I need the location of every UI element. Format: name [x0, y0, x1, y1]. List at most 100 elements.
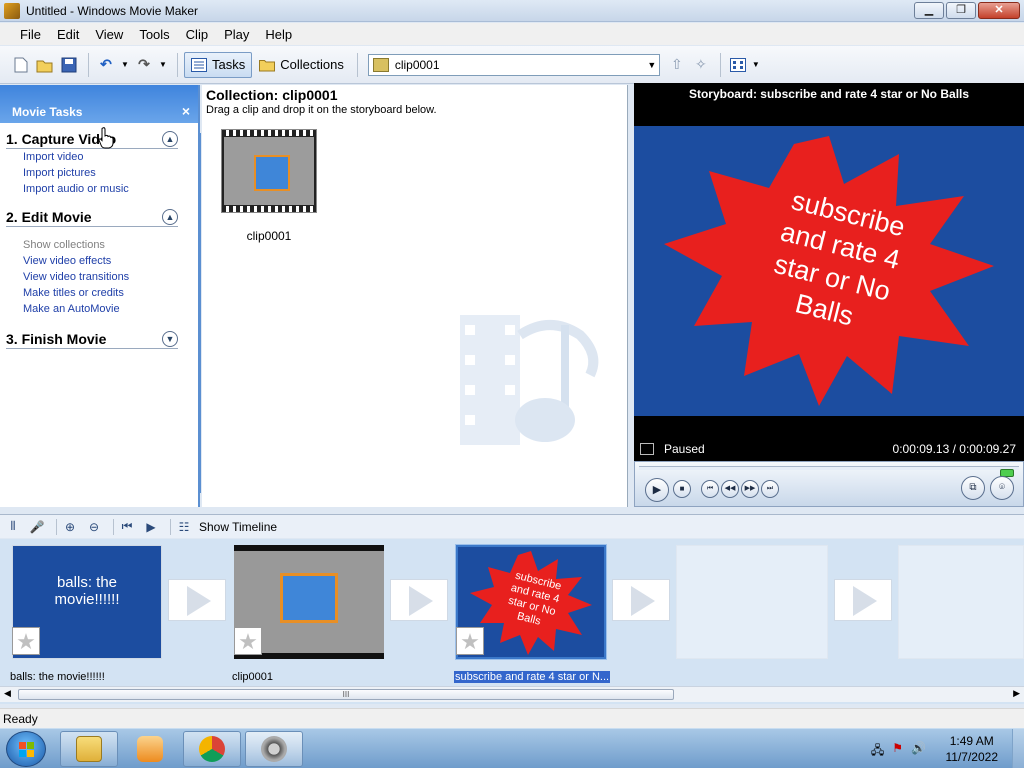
collection-pane: Collection: clip0001 Drag a clip and dro…: [199, 85, 628, 507]
menu-edit[interactable]: Edit: [49, 27, 87, 42]
collection-dropdown[interactable]: clip0001 ▼: [367, 53, 660, 76]
full-screen-icon[interactable]: [640, 443, 654, 455]
maximize-button[interactable]: ❐: [946, 2, 976, 19]
menu-view[interactable]: View: [87, 27, 131, 42]
network-icon[interactable]: 🖧: [871, 741, 884, 762]
fast-forward-button[interactable]: ▶▶: [741, 480, 759, 498]
status-bar: Ready: [0, 708, 1024, 728]
new-project-icon[interactable]: [10, 54, 32, 76]
views-icon[interactable]: [727, 54, 749, 76]
storyboard-item-selected[interactable]: subscribe and rate 4 star or No Balls ★ …: [454, 544, 611, 683]
section-title-finish[interactable]: 3. Finish Movie: [6, 331, 106, 347]
movie-tasks-pane: Movie Tasks × 1. Capture Video ▲ Import v…: [0, 85, 200, 507]
empty-storyboard-slot[interactable]: [676, 545, 828, 659]
narrate-timeline-icon[interactable]: 🎤: [28, 518, 46, 536]
chevron-down-icon[interactable]: ▼: [645, 60, 659, 70]
zoom-in-icon[interactable]: ⊕: [61, 518, 79, 536]
clip-label[interactable]: clip0001: [221, 229, 317, 243]
show-desktop-button[interactable]: [1012, 729, 1024, 768]
import-video-link[interactable]: Import video: [6, 149, 168, 165]
up-one-level-icon[interactable]: ⇧: [666, 54, 688, 76]
make-automovie-link[interactable]: Make an AutoMovie: [6, 301, 168, 317]
task-section-edit: 2. Edit Movie ▲ Show collections View vid…: [0, 205, 198, 317]
views-dropdown-icon[interactable]: ▼: [751, 54, 761, 76]
play-storyboard-icon[interactable]: ▶: [142, 518, 160, 536]
taskbar-movie-maker-button[interactable]: [245, 731, 303, 767]
redo-icon[interactable]: ↷: [133, 54, 155, 76]
toolbar: ↶ ▼ ↷ ▼ Tasks Collections clip0001 ▼ ⇧ ✧…: [0, 46, 1024, 84]
scroll-right-icon[interactable]: ▶: [1013, 688, 1020, 699]
taskbar-explorer-button[interactable]: [60, 731, 118, 767]
taskbar-media-player-button[interactable]: [121, 731, 179, 767]
redo-dropdown-icon[interactable]: ▼: [157, 54, 169, 76]
empty-storyboard-slot[interactable]: [898, 545, 1024, 659]
close-button[interactable]: ✕: [978, 2, 1020, 19]
collapse-chevron-icon[interactable]: ▲: [162, 209, 178, 225]
video-effects-star-icon[interactable]: ★: [456, 627, 484, 655]
play-button[interactable]: ▶: [645, 478, 669, 502]
collection-instructions: Drag a clip and drop it on the storyboar…: [206, 104, 437, 116]
menu-help[interactable]: Help: [257, 27, 300, 42]
view-video-transitions-link[interactable]: View video transitions: [6, 269, 168, 285]
minimize-button[interactable]: ▁: [914, 2, 944, 19]
import-audio-link[interactable]: Import audio or music: [6, 181, 168, 197]
volume-icon[interactable]: 🔊: [911, 741, 926, 762]
close-pane-icon[interactable]: ×: [182, 103, 190, 119]
section-title-edit[interactable]: 2. Edit Movie: [6, 209, 92, 225]
menu-clip[interactable]: Clip: [178, 27, 216, 42]
storyboard-item[interactable]: ★ clip0001: [232, 545, 384, 683]
scrollbar-thumb[interactable]: III: [18, 689, 674, 700]
view-video-effects-link[interactable]: View video effects: [6, 253, 168, 269]
storyboard-scrollbar[interactable]: ◀ III ▶: [0, 686, 1024, 702]
transition-slot[interactable]: [390, 579, 448, 621]
action-center-icon[interactable]: ⚑: [892, 741, 903, 762]
tasks-button[interactable]: Tasks: [184, 51, 253, 78]
menu-tools[interactable]: Tools: [131, 27, 177, 42]
storyboard-item[interactable]: balls: the movie!!!!!! ★ balls: the movi…: [10, 545, 162, 683]
split-clip-button[interactable]: ⧉: [961, 476, 985, 500]
rewind-storyboard-icon[interactable]: ⏮: [118, 518, 136, 536]
expand-chevron-icon[interactable]: ▼: [162, 331, 178, 347]
storyboard-item-caption: balls: the movie!!!!!!: [10, 671, 105, 683]
taskbar-chrome-button[interactable]: [183, 731, 241, 767]
pane-splitter[interactable]: [199, 133, 201, 493]
take-picture-button[interactable]: ⌾: [990, 476, 1014, 500]
zoom-out-icon[interactable]: ⊖: [85, 518, 103, 536]
movie-tasks-header: Movie Tasks ×: [0, 85, 198, 123]
save-project-icon[interactable]: [58, 54, 80, 76]
collapse-chevron-icon[interactable]: ▲: [162, 131, 178, 147]
show-timeline-icon[interactable]: ☷: [175, 518, 193, 536]
video-effects-star-icon[interactable]: ★: [12, 627, 40, 655]
transition-slot[interactable]: [168, 579, 226, 621]
storyboard-item-caption: clip0001: [232, 671, 273, 683]
undo-icon[interactable]: ↶: [95, 54, 117, 76]
toolbar-separator: [88, 52, 89, 77]
new-collection-folder-icon[interactable]: ✧: [690, 54, 712, 76]
previous-frame-button[interactable]: ⏮: [701, 480, 719, 498]
preview-monitor: Storyboard: subscribe and rate 4 star or…: [634, 83, 1024, 507]
start-button[interactable]: [6, 731, 46, 767]
seek-bar[interactable]: [639, 466, 1019, 477]
make-titles-link[interactable]: Make titles or credits: [6, 285, 168, 301]
open-project-icon[interactable]: [34, 54, 56, 76]
transition-slot[interactable]: [834, 579, 892, 621]
show-timeline-label[interactable]: Show Timeline: [199, 520, 277, 534]
taskbar-clock[interactable]: 1:49 AM 11/7/2022: [946, 733, 999, 765]
next-frame-button[interactable]: ⏭: [761, 480, 779, 498]
import-pictures-link[interactable]: Import pictures: [6, 165, 168, 181]
video-preview: subscribe and rate 4 star or No Balls: [634, 126, 1024, 416]
film-strip: [222, 206, 316, 212]
toolbar-separator: [177, 52, 178, 77]
menu-file[interactable]: File: [12, 27, 49, 42]
show-collections-link: Show collections: [23, 239, 105, 251]
transition-slot[interactable]: [612, 579, 670, 621]
undo-dropdown-icon[interactable]: ▼: [119, 54, 131, 76]
set-audio-levels-icon[interactable]: ⫴: [4, 518, 22, 536]
stop-button[interactable]: ■: [673, 480, 691, 498]
collections-button[interactable]: Collections: [252, 52, 351, 78]
clip-thumbnail[interactable]: [221, 129, 317, 213]
rewind-button[interactable]: ◀◀: [721, 480, 739, 498]
scroll-left-icon[interactable]: ◀: [4, 688, 11, 699]
menu-play[interactable]: Play: [216, 27, 257, 42]
video-effects-star-icon[interactable]: ★: [234, 627, 262, 655]
